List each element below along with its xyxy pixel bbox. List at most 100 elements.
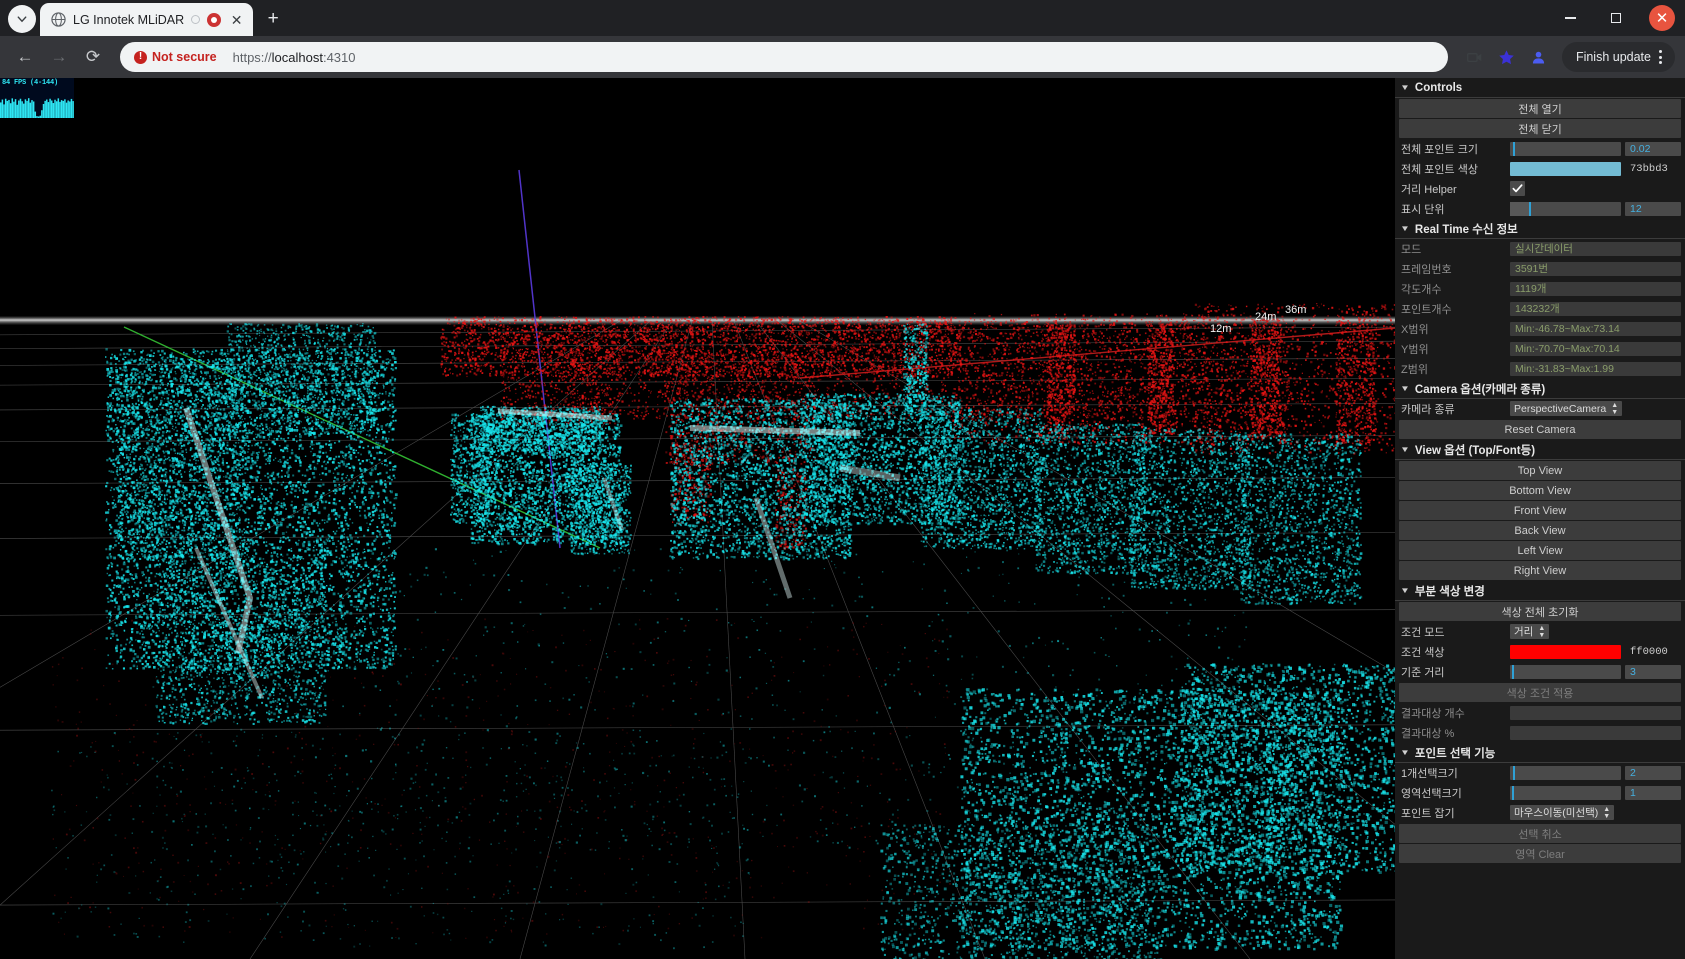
chevron-down-icon: ▼ — [1400, 224, 1410, 233]
point-grab-select[interactable]: 마우스이동(미선택) ▲ ▼ — [1510, 805, 1615, 820]
security-status-label: Not secure — [152, 50, 217, 64]
point-color-swatch[interactable] — [1510, 161, 1621, 176]
realtime-row: Z범위 Min:-31.83~Max:1.99 — [1395, 359, 1685, 379]
realtime-row-value: 실시간데이터 — [1510, 241, 1681, 256]
reset-colors-button[interactable]: 색상 전체 초기화 — [1399, 602, 1681, 621]
point-size-value[interactable]: 0.02 — [1625, 141, 1681, 156]
screencast-icon[interactable] — [1460, 42, 1490, 72]
back-button[interactable]: ← — [10, 42, 40, 72]
folder-camera-label: Camera 옵션(카메라 종류) — [1415, 381, 1545, 397]
folder-controls[interactable]: ▼ Controls — [1395, 78, 1685, 98]
window-maximize-button[interactable] — [1593, 0, 1639, 36]
row-condition-color: 조건 색상 ff0000 — [1395, 642, 1685, 662]
point-grab-value: 마우스이동(미선택) — [1514, 805, 1598, 820]
point-size-slider[interactable] — [1510, 141, 1621, 156]
result-pct-value — [1510, 725, 1681, 740]
row-base-distance: 기준 거리 3 — [1395, 662, 1685, 682]
point-color-hex[interactable]: 73bbd3 — [1625, 163, 1681, 175]
camera-type-label: 카메라 종류 — [1401, 401, 1506, 417]
control-panel[interactable]: ▼ Controls 전체 열기 전체 닫기 전체 포인트 크기 0.02 전체… — [1395, 78, 1685, 959]
security-status[interactable]: ! Not secure — [134, 50, 217, 64]
window-controls: ✕ — [1547, 0, 1685, 36]
url-host: localhost — [272, 50, 323, 65]
folder-view-options[interactable]: ▼ View 옵션 (Top/Font등) — [1395, 440, 1685, 460]
base-distance-value[interactable]: 3 — [1625, 664, 1681, 679]
row-result-pct: 결과대상 % — [1395, 723, 1685, 743]
open-all-button[interactable]: 전체 열기 — [1399, 99, 1681, 118]
point-color-label: 전체 포인트 색상 — [1401, 161, 1506, 177]
fps-graph — [0, 98, 74, 118]
realtime-row-value: 1119개 — [1510, 281, 1681, 296]
cancel-selection-button[interactable]: 선택 취소 — [1399, 824, 1681, 843]
realtime-row-label: Y범위 — [1401, 341, 1506, 357]
folder-view-label: View 옵션 (Top/Font등) — [1415, 442, 1535, 458]
realtime-row: Y범위 Min:-70.70~Max:70.14 — [1395, 339, 1685, 359]
clear-area-button[interactable]: 영역 Clear — [1399, 844, 1681, 863]
realtime-row: X범위 Min:-46.78~Max:73.14 — [1395, 319, 1685, 339]
point-grab-label: 포인트 잡기 — [1401, 805, 1506, 821]
condition-color-swatch[interactable] — [1510, 644, 1621, 659]
chevron-down-icon: ▼ — [1400, 83, 1410, 92]
display-unit-slider[interactable] — [1510, 201, 1621, 216]
base-distance-slider[interactable] — [1510, 664, 1621, 679]
finish-update-button[interactable]: Finish update — [1561, 42, 1675, 72]
forward-button[interactable]: → — [44, 42, 74, 72]
view-button-front-view[interactable]: Front View — [1399, 501, 1681, 520]
view-button-right-view[interactable]: Right View — [1399, 561, 1681, 580]
folder-partial-color[interactable]: ▼ 부분 색상 변경 — [1395, 581, 1685, 601]
folder-camera-options[interactable]: ▼ Camera 옵션(카메라 종류) — [1395, 379, 1685, 399]
folder-controls-label: Controls — [1415, 82, 1462, 94]
realtime-row: 각도개수 1119개 — [1395, 279, 1685, 299]
kebab-menu-icon[interactable] — [1654, 50, 1667, 64]
single-select-size-slider[interactable] — [1510, 765, 1621, 780]
view-button-back-view[interactable]: Back View — [1399, 521, 1681, 540]
result-pct-label: 결과대상 % — [1401, 725, 1506, 741]
condition-mode-select[interactable]: 거리 ▲ ▼ — [1510, 624, 1550, 639]
distance-helper-checkbox[interactable] — [1510, 181, 1525, 196]
camera-type-select[interactable]: PerspectiveCamera ▲ ▼ — [1510, 401, 1623, 416]
view-button-top-view[interactable]: Top View — [1399, 461, 1681, 480]
condition-mode-label: 조건 모드 — [1401, 624, 1506, 640]
realtime-row-value: Min:-31.83~Max:1.99 — [1510, 361, 1681, 376]
address-bar[interactable]: ! Not secure https://localhost:4310 — [120, 42, 1448, 72]
window-close-button[interactable]: ✕ — [1639, 0, 1685, 36]
single-select-size-value[interactable]: 2 — [1625, 765, 1681, 780]
tab-search-button[interactable] — [8, 5, 36, 33]
condition-color-hex[interactable]: ff0000 — [1625, 646, 1681, 658]
realtime-info-rows: 모드 실시간데이터 프레임번호 3591번 각도개수 1119개 포인트개수 143232개 X… — [1395, 239, 1685, 379]
point-cloud-canvas[interactable] — [0, 78, 1395, 959]
realtime-row-label: 프레임번호 — [1401, 261, 1506, 277]
folder-realtime-info[interactable]: ▼ Real Time 수신 정보 — [1395, 219, 1685, 239]
realtime-row: 프레임번호 3591번 — [1395, 259, 1685, 279]
realtime-row-label: 포인트개수 — [1401, 301, 1506, 317]
lidar-3d-viewport[interactable]: 84 FPS (4-144) 12m 24m 36m — [0, 78, 1395, 959]
area-select-size-value[interactable]: 1 — [1625, 785, 1681, 800]
tab-close-button[interactable]: ✕ — [228, 11, 245, 28]
view-button-bottom-view[interactable]: Bottom View — [1399, 481, 1681, 500]
area-select-size-slider[interactable] — [1510, 785, 1621, 800]
star-icon[interactable] — [1492, 42, 1522, 72]
close-all-button[interactable]: 전체 닫기 — [1399, 119, 1681, 138]
row-point-size: 전체 포인트 크기 0.02 — [1395, 139, 1685, 159]
window-minimize-button[interactable] — [1547, 0, 1593, 36]
result-count-value — [1510, 705, 1681, 720]
profile-avatar-icon[interactable] — [1524, 42, 1554, 72]
new-tab-button[interactable]: + — [259, 5, 287, 33]
chevron-down-icon: ▼ — [1400, 748, 1410, 757]
realtime-row-value: Min:-70.70~Max:70.14 — [1510, 341, 1681, 356]
row-point-grab: 포인트 잡기 마우스이동(미선택) ▲ ▼ — [1395, 803, 1685, 823]
browser-tab[interactable]: LG Innotek MLiDAR ✕ — [40, 3, 254, 36]
display-unit-value[interactable]: 12 — [1625, 201, 1681, 216]
row-condition-mode: 조건 모드 거리 ▲ ▼ — [1395, 622, 1685, 642]
apply-color-condition-button[interactable]: 색상 조건 적용 — [1399, 683, 1681, 702]
chevron-down-icon: ▼ — [1400, 384, 1410, 393]
folder-point-select[interactable]: ▼ 포인트 선택 기능 — [1395, 743, 1685, 763]
distance-label: 36m — [1285, 304, 1306, 316]
view-button-left-view[interactable]: Left View — [1399, 541, 1681, 560]
row-result-count: 결과대상 개수 — [1395, 703, 1685, 723]
tab-recording-icon[interactable] — [207, 12, 222, 27]
fps-meter: 84 FPS (4-144) — [0, 78, 74, 118]
reload-button[interactable]: ⟳ — [78, 42, 108, 72]
browser-toolbar: ← → ⟳ ! Not secure https://localhost:431… — [0, 36, 1685, 78]
reset-camera-button[interactable]: Reset Camera — [1399, 420, 1681, 439]
